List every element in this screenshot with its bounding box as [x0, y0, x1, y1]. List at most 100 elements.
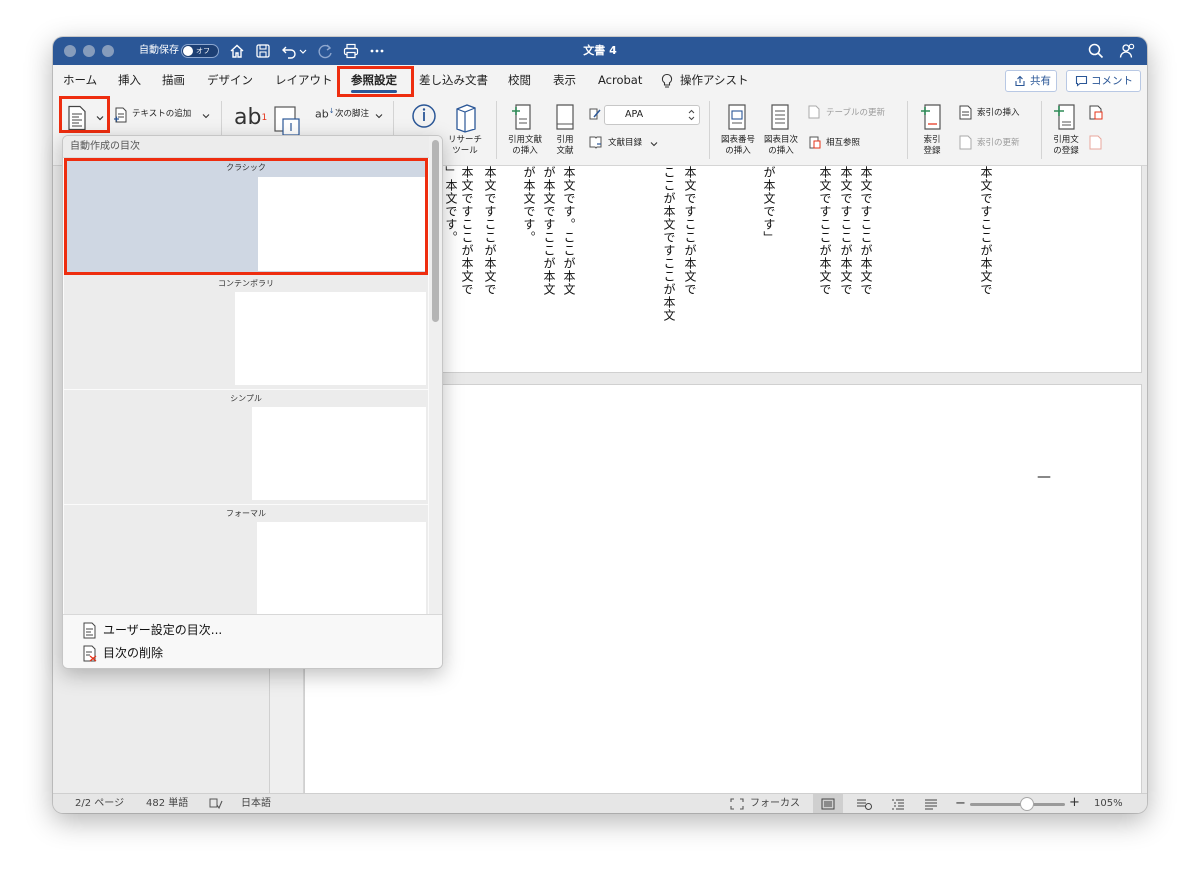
toc-style-formal[interactable]: フォーマル — [64, 505, 428, 614]
toc-gallery-scrollbar[interactable] — [429, 136, 442, 614]
sources-button[interactable]: 引用 文献 — [550, 135, 580, 157]
tab-draw[interactable]: 描画 — [162, 65, 185, 97]
cross-reference-button[interactable]: 相互参照 — [826, 138, 860, 149]
insert-caption-icon[interactable] — [726, 102, 748, 132]
insert-citation-button[interactable]: 引用文献 の挿入 — [504, 135, 546, 157]
text-column: 本文ですここが本文で — [979, 166, 993, 296]
tab-design[interactable]: デザイン — [207, 65, 253, 97]
insert-caption-button[interactable]: 図表番号 の挿入 — [718, 135, 758, 157]
comment-label: コメント — [1091, 75, 1133, 87]
zoom-out-button[interactable]: − — [955, 797, 966, 811]
page-count[interactable]: 2/2 ページ — [75, 794, 124, 813]
table-of-figures-icon[interactable] — [769, 102, 791, 132]
research-tool-button[interactable]: リサーチ ツール — [445, 135, 485, 157]
text-column: が本文です。 — [522, 166, 536, 244]
ribbon-separator — [709, 101, 710, 159]
highlight-classic-style — [64, 158, 428, 275]
tab-acrobat[interactable]: Acrobat — [598, 65, 642, 97]
update-table-of-authorities-icon[interactable] — [1089, 135, 1103, 150]
highlight-references-tab — [337, 66, 414, 97]
draft-view-icon[interactable] — [924, 798, 938, 810]
page-mark: — — [1037, 469, 1051, 485]
zoom-level[interactable]: 105% — [1094, 794, 1123, 813]
insert-table-of-figures-button[interactable]: 図表目次 の挿入 — [760, 135, 802, 157]
toc-style-simple[interactable]: シンプル — [64, 390, 428, 504]
stepper-icon — [688, 109, 695, 121]
custom-toc-label: ユーザー設定の目次... — [103, 623, 223, 637]
focus-mode-button[interactable]: フォーカス — [750, 794, 800, 813]
zoom-slider-handle[interactable] — [1020, 797, 1034, 811]
chevron-down-icon[interactable] — [202, 112, 210, 120]
zoom-slider[interactable] — [970, 797, 1065, 811]
insert-table-of-authorities-icon[interactable] — [1089, 105, 1103, 120]
smart-lookup-icon[interactable] — [410, 103, 438, 131]
focus-icon — [730, 798, 744, 810]
toc-style-preview — [257, 522, 426, 614]
tab-home[interactable]: ホーム — [63, 65, 97, 97]
toc-style-name: コンテンポラリ — [218, 279, 274, 288]
ribbon-tabs: ホーム 挿入 描画 デザイン レイアウト 参照設定 差し込み文書 校閲 表示 A… — [53, 65, 1147, 97]
cross-reference-icon — [809, 136, 821, 149]
update-table-button[interactable]: テーブルの更新 — [826, 108, 885, 119]
search-icon[interactable] — [1087, 42, 1105, 60]
tab-review[interactable]: 校閲 — [508, 65, 531, 97]
citation-style-value: APA — [625, 109, 644, 120]
share-button[interactable]: 共有 — [1005, 70, 1057, 92]
insert-endnote-icon[interactable] — [273, 105, 303, 137]
text-column: 本文ですここが本文で — [683, 166, 697, 296]
chevron-down-icon[interactable] — [375, 112, 383, 120]
mark-citation-icon[interactable] — [1052, 102, 1078, 132]
insert-index-button[interactable]: 索引の挿入 — [977, 108, 1020, 119]
insert-index-icon — [959, 105, 972, 120]
tab-view[interactable]: 表示 — [553, 65, 576, 97]
remove-toc-menu-item[interactable]: 目次の削除 — [81, 643, 163, 663]
update-index-icon — [959, 135, 972, 150]
tab-layout[interactable]: レイアウト — [275, 65, 333, 97]
toc-dropdown-header: 自動作成の目次 — [63, 136, 442, 158]
mark-entry-icon[interactable] — [919, 102, 945, 132]
status-bar: 2/2 ページ 482 単語 日本語 フォーカス − + 105% — [53, 793, 1147, 813]
custom-toc-menu-item[interactable]: ユーザー設定の目次... — [81, 620, 222, 640]
mark-entry-button[interactable]: 索引 登録 — [915, 135, 949, 157]
mark-citation-button[interactable]: 引用文 の登録 — [1046, 135, 1086, 157]
ribbon-separator — [496, 101, 497, 159]
toc-dropdown: 自動作成の目次 クラシック コンテンポラリ シンプル フォーマル ユーザー設定の… — [62, 135, 443, 669]
word-count[interactable]: 482 単語 — [146, 794, 188, 813]
print-layout-view-button[interactable] — [813, 794, 843, 813]
remove-toc-label: 目次の削除 — [103, 646, 164, 660]
add-text-button[interactable]: テキストの追加 — [132, 109, 191, 120]
bibliography-button[interactable]: 文献目録 — [608, 138, 642, 149]
toc-style-name: シンプル — [230, 394, 262, 403]
scrollbar-thumb[interactable] — [432, 140, 439, 322]
proofing-icon[interactable] — [209, 798, 223, 810]
ribbon-separator — [907, 101, 908, 159]
text-column: 」本文です。 — [444, 166, 458, 244]
text-column: 本文ですここが本文で — [460, 166, 474, 296]
insert-footnote-icon[interactable]: ab1 — [234, 105, 267, 131]
custom-toc-icon — [83, 622, 96, 639]
next-footnote-button[interactable]: 次の脚注 — [335, 109, 369, 120]
sources-icon[interactable] — [554, 102, 576, 132]
text-column: 本文ですここが本文で — [483, 166, 497, 296]
toc-style-preview — [252, 407, 426, 500]
language-indicator[interactable]: 日本語 — [241, 794, 271, 813]
research-icon[interactable] — [453, 103, 479, 133]
print-layout-icon — [821, 798, 835, 810]
insert-citation-icon[interactable] — [510, 102, 536, 132]
account-icon[interactable] — [1118, 42, 1136, 60]
style-icon — [589, 108, 601, 120]
lightbulb-icon — [661, 73, 673, 88]
toc-dropdown-footer: ユーザー設定の目次... 目次の削除 — [63, 614, 442, 668]
citation-style-select[interactable]: APA — [604, 105, 700, 125]
tab-mailings[interactable]: 差し込み文書 — [419, 65, 488, 97]
comment-button[interactable]: コメント — [1066, 70, 1141, 92]
zoom-in-button[interactable]: + — [1069, 796, 1080, 810]
outline-view-icon[interactable] — [891, 798, 905, 810]
update-index-button[interactable]: 索引の更新 — [977, 138, 1020, 149]
tab-tell-me[interactable]: 操作アシスト — [680, 65, 749, 97]
chevron-down-icon[interactable] — [650, 140, 658, 148]
web-layout-icon[interactable] — [856, 798, 872, 810]
text-column: が本文ですここが本文 — [542, 166, 556, 296]
toc-style-contemporary[interactable]: コンテンポラリ — [64, 275, 428, 389]
tab-insert[interactable]: 挿入 — [118, 65, 141, 97]
